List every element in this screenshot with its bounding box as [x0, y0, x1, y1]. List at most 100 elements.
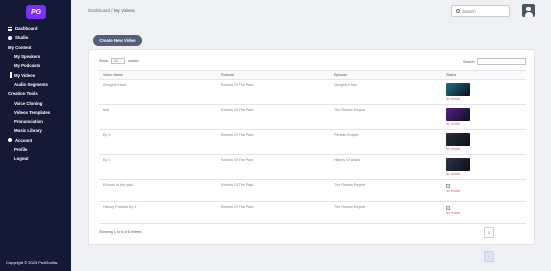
- search-icon: [456, 9, 460, 13]
- cell-name: Ep 3: [99, 129, 217, 155]
- video-thumbnail[interactable]: [446, 133, 470, 146]
- status-badge: No render: [446, 147, 461, 151]
- cell-episode: Genghis Khan: [330, 79, 442, 105]
- cell-podcast: Echoes Of The Past: [217, 154, 330, 180]
- sidebar-item-audio-segments[interactable]: Audio Segments: [0, 80, 71, 89]
- table-row[interactable]: History Podcast Ep 1 Echoes Of The Past Th…: [99, 201, 526, 224]
- table-header-row: Video Name Podcast Episode Status: [99, 70, 526, 80]
- pagination-page-1[interactable]: 1: [484, 227, 494, 238]
- cell-episode: The Roman Empire: [330, 201, 442, 224]
- user-icon-body: [524, 11, 533, 17]
- cell-episode: The Roman Empire: [330, 179, 442, 202]
- sidebar-item-my-podcasts[interactable]: My Podcasts: [0, 61, 71, 70]
- sidebar-item-label: Account: [15, 137, 33, 143]
- status-badge: No render: [446, 172, 461, 176]
- sidebar-item-label: Videos Templates: [14, 109, 51, 115]
- pagination-next[interactable]: ›: [484, 251, 494, 262]
- grid-icon: [8, 26, 12, 31]
- cell-episode: The Roman Empire: [330, 104, 442, 130]
- column-header-video-name[interactable]: Video Name: [99, 70, 217, 80]
- entries-label: entries: [128, 59, 139, 63]
- user-avatar[interactable]: [522, 4, 535, 17]
- sidebar-item-profile[interactable]: Profile: [0, 145, 71, 154]
- table-row[interactable]: Ep 3 Echoes Of The Past Persian Empire No r…: [99, 129, 526, 155]
- create-new-video-button[interactable]: Create New Video: [93, 35, 142, 46]
- cell-status: No render: [442, 154, 526, 180]
- sidebar-item-creation-tools[interactable]: Creation Tools: [0, 89, 71, 98]
- user-icon-head: [526, 6, 531, 11]
- show-label: Show: [99, 59, 108, 63]
- cell-podcast: Echoes Of The Past: [217, 104, 330, 130]
- sidebar-item-label: Profile: [14, 147, 28, 152]
- table-body: Genghis Khan Echoes Of The Past Genghis Kh…: [99, 79, 526, 224]
- search-input[interactable]: [462, 8, 506, 14]
- video-thumbnail[interactable]: [446, 158, 470, 171]
- sidebar-nav: Dashboard Studio My Content My Speakers My P…: [0, 24, 71, 163]
- header-search[interactable]: [451, 5, 510, 17]
- sidebar-item-my-content[interactable]: My Content: [0, 43, 71, 52]
- sidebar-item-pronunciation[interactable]: Pronunciation: [0, 117, 71, 126]
- table-search-input[interactable]: [477, 58, 527, 65]
- sidebar-item-label: Music Library: [14, 128, 42, 134]
- table-row[interactable]: Ep 2 Echoes Of The Past History Of Arabs No…: [99, 154, 526, 180]
- cell-podcast: Echoes Of The Past: [217, 79, 330, 105]
- sidebar-item-voice-cloning[interactable]: Voice Cloning: [0, 98, 71, 107]
- breadcrumb-current: My Videos: [113, 8, 135, 13]
- sidebar-item-studio[interactable]: Studio: [0, 33, 71, 42]
- sidebar-item-videos-templates[interactable]: Videos Templates: [0, 108, 71, 117]
- cell-status: No render: [442, 129, 526, 155]
- sidebar-item-label: Studio: [15, 35, 29, 41]
- status-badge: No render: [446, 122, 461, 126]
- sidebar-item-label: Creation Tools: [8, 91, 38, 97]
- table-search: Search:: [463, 58, 527, 65]
- broken-image-icon: [446, 206, 450, 210]
- table-row[interactable]: test Echoes Of The Past The Roman Empire No…: [99, 104, 526, 130]
- cell-status: No render: [442, 104, 526, 130]
- entries-select-value: 10: [114, 59, 118, 63]
- table-row[interactable]: Echoes of the past Echoes Of The Past The …: [99, 179, 526, 202]
- sidebar-item-my-speakers[interactable]: My Speakers: [0, 52, 71, 61]
- table-search-label: Search:: [463, 59, 476, 64]
- cell-podcast: Echoes Of The Past: [217, 129, 330, 155]
- sidebar-item-label: My Podcasts: [14, 63, 41, 69]
- app-logo[interactable]: PG: [26, 5, 46, 19]
- sidebar-item-label: Pronunciation: [14, 119, 43, 125]
- breadcrumb: Dashboard / My Videos: [88, 8, 135, 13]
- cell-status: No render: [442, 201, 526, 224]
- video-thumbnail[interactable]: [446, 83, 470, 96]
- copyright-text: Copyright © 2023 PodGorilla.: [6, 260, 59, 265]
- videos-table: Video Name Podcast Episode Status Genghi…: [99, 70, 526, 224]
- column-header-podcast[interactable]: Podcast: [217, 70, 330, 80]
- column-header-status[interactable]: Status: [442, 70, 526, 80]
- sidebar-item-label: Voice Cloning: [14, 100, 43, 106]
- cell-episode: Persian Empire: [330, 129, 442, 155]
- sidebar-item-label: Audio Segments: [14, 81, 48, 87]
- circle-icon: [8, 35, 12, 40]
- sidebar-item-dashboard[interactable]: Dashboard: [0, 24, 71, 33]
- broken-image-icon: [446, 184, 450, 188]
- column-header-episode[interactable]: Episode: [330, 70, 442, 80]
- sidebar-item-label: Dashboard: [15, 26, 38, 32]
- cell-status: No render: [442, 179, 526, 202]
- breadcrumb-dashboard-link[interactable]: Dashboard: [88, 8, 110, 13]
- videos-card: Show 10 entries Search: Video Name Podca…: [88, 49, 535, 262]
- sidebar-item-label: My Speakers: [14, 54, 41, 60]
- sidebar-item-my-videos[interactable]: My Videos: [0, 70, 71, 79]
- video-thumbnail[interactable]: [446, 108, 470, 121]
- table-row[interactable]: Genghis Khan Echoes Of The Past Genghis Kh…: [99, 79, 526, 105]
- cell-name: test: [99, 104, 217, 130]
- cell-name: Echoes of the past: [99, 179, 217, 202]
- breadcrumb-separator: /: [111, 8, 113, 13]
- cell-name: Genghis Khan: [99, 79, 217, 105]
- sidebar-item-music-library[interactable]: Music Library: [0, 126, 71, 135]
- circle-icon: [8, 138, 12, 143]
- cell-name: Ep 2: [99, 154, 217, 180]
- sidebar-item-label: My Videos: [14, 72, 36, 78]
- cell-podcast: Echoes Of The Past: [217, 179, 330, 202]
- entries-select[interactable]: 10: [111, 58, 125, 64]
- sidebar-item-logout[interactable]: Logout: [0, 154, 71, 163]
- pagination: ‹ 1 ›: [484, 227, 494, 262]
- sidebar: PG Dashboard Studio My Content My Speakers M…: [0, 0, 71, 271]
- sidebar-item-account[interactable]: Account: [0, 136, 71, 145]
- table-info: Showing 1 to 6 of 6 entries: [99, 230, 142, 234]
